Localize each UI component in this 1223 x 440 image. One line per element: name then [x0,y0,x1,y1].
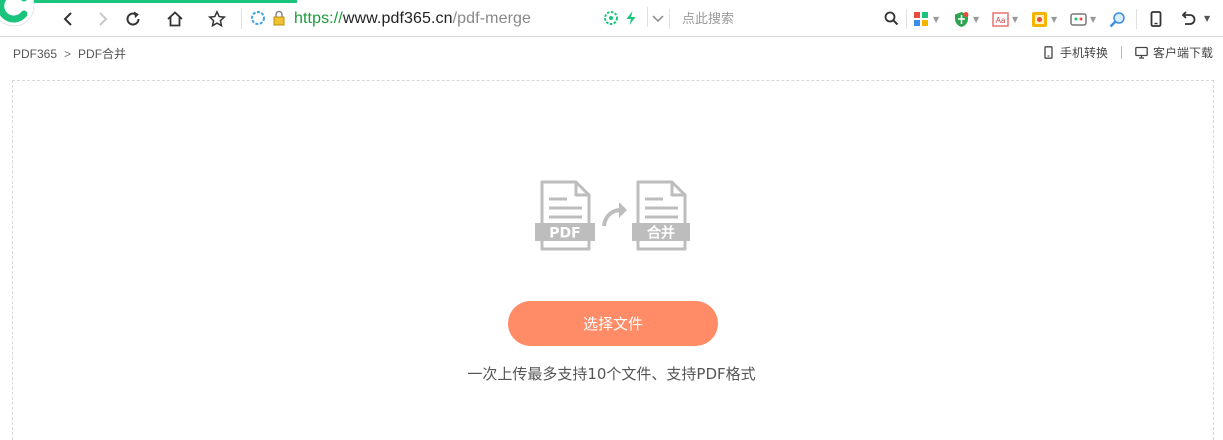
select-file-label: 选择文件 [582,315,643,333]
chevron-down-icon[interactable] [650,10,666,26]
screenshot-icon [1070,12,1087,26]
site-security-icon [251,11,265,25]
home-icon [167,11,183,27]
menu-divider [1136,9,1137,29]
games-icon [1032,11,1047,27]
url-text[interactable]: https://www.pdf365.cn/pdf-merge [294,10,531,28]
star-icon [208,10,226,28]
breadcrumb: PDF365 > PDF合并 [13,45,126,62]
select-file-button[interactable]: 选择文件 [508,301,718,346]
chevron-down-icon: ▼ [973,14,980,24]
mobile-view-button[interactable] [1145,8,1167,30]
speed-mode-icon[interactable] [623,10,639,26]
breadcrumb-separator: > [64,47,72,61]
undo-close-button[interactable] [1177,8,1199,30]
forward-button[interactable] [91,8,113,30]
search-icon[interactable] [884,11,899,26]
back-button[interactable] [58,8,80,30]
browser-toolbar: https://www.pdf365.cn/pdf-merge ▼ [0,0,1223,37]
mobile-conversion-label: 手机转换 [1059,46,1108,60]
reload-icon [126,11,140,26]
games-extension-button[interactable]: ▼ [1031,8,1057,30]
merge-arrow-icon [602,202,627,227]
client-download-link[interactable]: 客户端下载 [1135,44,1213,61]
lock-icon [273,10,285,26]
search-box[interactable] [670,5,905,32]
upload-hint: 一次上传最多支持10个文件、支持PDF格式 [467,365,756,383]
undo-icon [1181,11,1196,25]
magnifier-icon [1109,11,1125,27]
shield-icon [955,11,969,27]
chevron-down-icon: ▼ [933,14,940,24]
screenshot-extension-button[interactable]: ▼ [1070,8,1096,30]
compatibility-mode-icon[interactable] [603,10,619,26]
apps-extension-button[interactable]: ▼ [913,8,939,30]
url-host: www.pdf365.cn [342,10,453,27]
search-input[interactable] [682,9,872,29]
pdf-label: PDF [549,226,580,242]
chevron-down-icon[interactable]: ▼ [1204,14,1210,23]
breadcrumb-home-link[interactable]: PDF365 [13,47,57,61]
back-arrow-icon [63,12,72,26]
chevron-down-icon: ▼ [1012,14,1019,24]
forward-arrow-icon [99,12,108,26]
translate-extension-button[interactable]: Aa ▼ [992,8,1018,30]
reload-button[interactable] [122,8,144,30]
chevron-down-icon: ▼ [1090,14,1097,24]
phone-icon [1044,46,1053,59]
header-links: 手机转换 客户端下载 [1042,44,1213,61]
zoom-extension-button[interactable] [1109,8,1126,30]
monitor-icon [1135,46,1148,59]
mobile-conversion-link[interactable]: 手机转换 [1042,44,1108,61]
merge-label: 合并 [647,225,675,242]
file-drop-zone[interactable] [12,80,1214,440]
extensions-divider [906,9,907,29]
apps-grid-icon [914,11,928,26]
address-divider [647,7,648,27]
home-button[interactable] [164,8,186,30]
svg-text:Aa: Aa [996,16,1006,25]
breadcrumb-current: PDF合并 [78,47,127,61]
header-links-divider [1120,46,1122,59]
url-scheme: https:// [294,10,343,27]
url-path: /pdf-merge [452,10,532,27]
browser-logo-icon [0,0,35,27]
toolbar-divider [241,9,242,29]
page-load-progress-bar [0,0,297,3]
bookmark-button[interactable] [206,8,228,30]
client-download-label: 客户端下载 [1152,46,1213,60]
address-bar[interactable]: https://www.pdf365.cn/pdf-merge [247,5,667,32]
chevron-down-icon: ▼ [1051,14,1058,24]
pdf-merge-illustration: PDF 合并 [535,180,690,251]
translate-icon: Aa [992,11,1009,27]
phone-icon [1150,11,1162,27]
security-extension-button[interactable]: ▼ [953,8,979,30]
